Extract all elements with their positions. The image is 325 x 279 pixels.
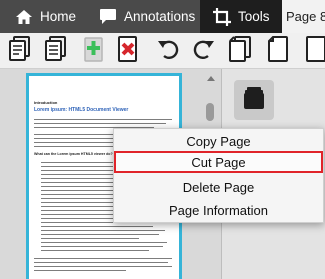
text-line <box>34 270 126 271</box>
text-line <box>41 250 149 251</box>
tab-home[interactable]: Home <box>0 0 84 33</box>
delete-page-icon <box>116 35 140 68</box>
text-line <box>41 246 163 247</box>
tab-annotations[interactable]: Annotations <box>84 0 200 33</box>
text-line <box>41 226 153 227</box>
home-icon <box>14 7 34 27</box>
text-line <box>34 123 166 124</box>
text-line <box>41 242 167 243</box>
tab-tools[interactable]: Tools <box>200 0 282 33</box>
page-tools-toolbar <box>0 33 325 69</box>
extract-pages-button[interactable] <box>224 35 256 67</box>
menu-item-cut-page[interactable]: Cut Page <box>114 151 323 173</box>
more-pages-button[interactable] <box>300 35 325 67</box>
app-window: Home Annotations Tools Page 8 Introducti… <box>0 0 325 279</box>
rotate-left-button[interactable] <box>152 35 184 67</box>
doc-title: Lorem ipsum: HTML5 Document Viewer <box>34 107 129 113</box>
scroll-up-arrow-icon[interactable] <box>207 76 215 81</box>
text-line <box>41 234 159 235</box>
rotate-right-icon <box>192 37 216 66</box>
text-line <box>41 230 165 231</box>
page-icon <box>267 35 289 67</box>
tab-annotations-label: Annotations <box>124 9 196 24</box>
paste-pages-button[interactable] <box>40 35 72 67</box>
menu-item-delete-page[interactable]: Delete Page <box>114 176 323 198</box>
page-button[interactable] <box>262 35 294 67</box>
text-line <box>34 258 172 259</box>
menu-item-page-information[interactable]: Page Information <box>114 199 323 221</box>
comment-icon <box>98 7 118 27</box>
tab-home-label: Home <box>40 9 77 24</box>
text-line <box>34 266 172 267</box>
page-indicator[interactable]: Page 8 <box>282 0 325 33</box>
insert-page-icon <box>82 35 106 68</box>
text-line <box>41 238 139 239</box>
copy-pages-button[interactable] <box>4 35 36 67</box>
rotate-left-icon <box>156 37 180 66</box>
rotate-right-button[interactable] <box>188 35 220 67</box>
page-stack-button[interactable] <box>234 80 274 120</box>
text-line <box>34 262 168 263</box>
copy-pages-icon <box>8 35 32 67</box>
text-line <box>34 119 172 120</box>
page-icon <box>305 35 325 67</box>
top-tab-bar: Home Annotations Tools Page 8 <box>0 0 325 33</box>
delete-page-button[interactable] <box>112 35 144 67</box>
page-stack-icon <box>243 86 265 115</box>
multi-page-icon <box>228 35 252 67</box>
insert-page-button[interactable] <box>78 35 110 67</box>
document-lines-icon <box>44 35 68 67</box>
crop-icon <box>212 7 232 27</box>
menu-item-copy-page[interactable]: Copy Page <box>114 130 323 152</box>
scrollbar-thumb[interactable] <box>206 103 214 121</box>
page-context-menu: Copy Page Cut Page Delete Page Page Info… <box>113 128 324 223</box>
tab-tools-label: Tools <box>238 9 270 24</box>
doc-heading: Introduction <box>34 100 58 105</box>
doc-subtitle: What can the Lorem ipsum HTML5 viewer do… <box>34 152 113 156</box>
